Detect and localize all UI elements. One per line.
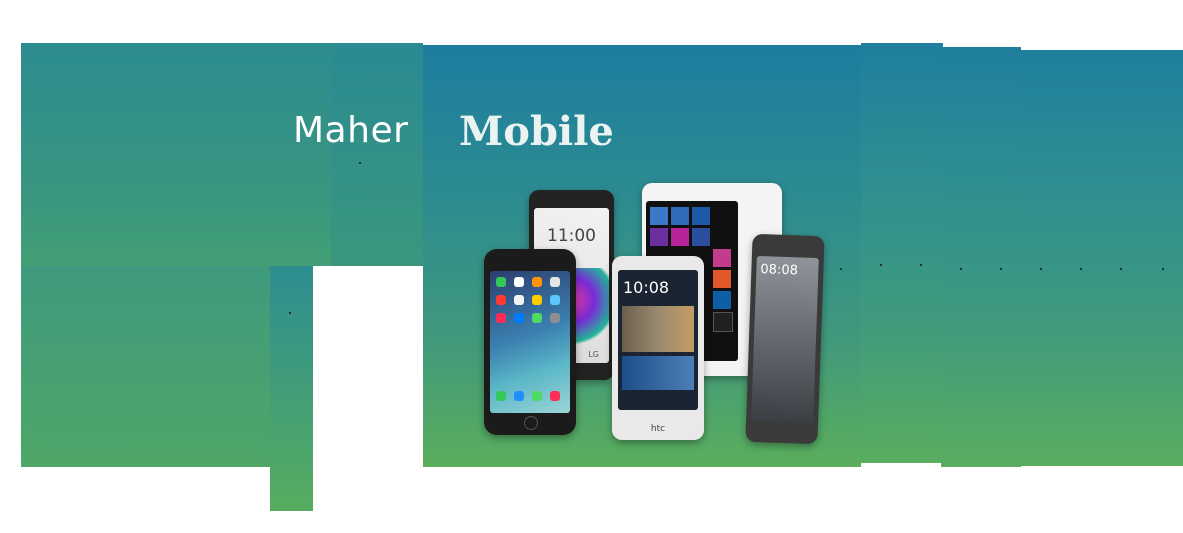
htc-news-card	[622, 356, 694, 390]
htc-brand: htc	[650, 424, 666, 434]
app-tile-icon	[713, 249, 731, 267]
app-tile-icon	[713, 270, 731, 288]
lg-clock: 11:00	[547, 226, 596, 246]
app-icon	[514, 295, 524, 305]
lg-brand: LG	[588, 350, 599, 359]
app-tile-icon	[692, 207, 710, 225]
app-icon	[496, 277, 506, 287]
hero-banner: Maher Mobile 11:00 LG 10:08 htc 08:08	[0, 0, 1183, 533]
home-button	[524, 416, 538, 430]
artifact-dot	[1120, 268, 1122, 270]
app-tile-icon	[713, 291, 731, 309]
brand-title-mobile: Mobile	[459, 108, 614, 155]
app-icon	[532, 277, 542, 287]
banner-tile	[33, 425, 270, 457]
app-icon	[532, 295, 542, 305]
phone-dock-icon	[496, 391, 506, 401]
app-tile-icon	[713, 312, 733, 332]
artifact-dot	[1040, 268, 1042, 270]
app-tile-icon	[692, 228, 710, 246]
huawei-clock: 08:08	[760, 262, 799, 279]
artifact-dot	[1080, 268, 1082, 270]
app-tile-icon	[650, 228, 668, 246]
app-tile-icon	[650, 207, 668, 225]
app-icon	[532, 313, 542, 323]
app-tile-icon	[671, 207, 689, 225]
artifact-dot	[840, 268, 842, 270]
htc-phone-image: 10:08 htc	[612, 256, 704, 440]
artifact-dot	[880, 264, 882, 266]
app-tile-icon	[671, 228, 689, 246]
app-icon	[514, 277, 524, 287]
banner-tile	[21, 43, 331, 266]
htc-clock: 10:08	[623, 278, 670, 297]
huawei-phone-image: 08:08	[745, 233, 825, 445]
htc-news-photo	[622, 306, 694, 352]
iphone-image	[484, 249, 576, 435]
artifact-dot	[1162, 268, 1164, 270]
banner-tile	[270, 266, 313, 511]
banner-tile	[1019, 50, 1101, 466]
app-icon	[550, 295, 560, 305]
messages-dock-icon	[532, 391, 542, 401]
artifact-dot	[289, 312, 291, 314]
music-dock-icon	[550, 391, 560, 401]
app-icon	[496, 313, 506, 323]
app-icon	[550, 313, 560, 323]
banner-tile	[941, 47, 1021, 467]
artifact-dot	[359, 162, 361, 164]
banner-tile	[861, 43, 943, 463]
app-icon	[496, 295, 506, 305]
artifact-dot	[920, 264, 922, 266]
htc-phone-screen: 10:08	[618, 270, 698, 410]
iphone-screen	[490, 271, 570, 413]
artifact-dot	[1000, 268, 1002, 270]
app-icon	[550, 277, 560, 287]
artifact-dot	[960, 268, 962, 270]
banner-tile	[331, 43, 423, 266]
safari-dock-icon	[514, 391, 524, 401]
brand-title-maher: Maher	[293, 110, 409, 151]
huawei-phone-screen: 08:08	[751, 255, 819, 424]
banner-tile	[1099, 50, 1183, 466]
app-icon	[514, 313, 524, 323]
